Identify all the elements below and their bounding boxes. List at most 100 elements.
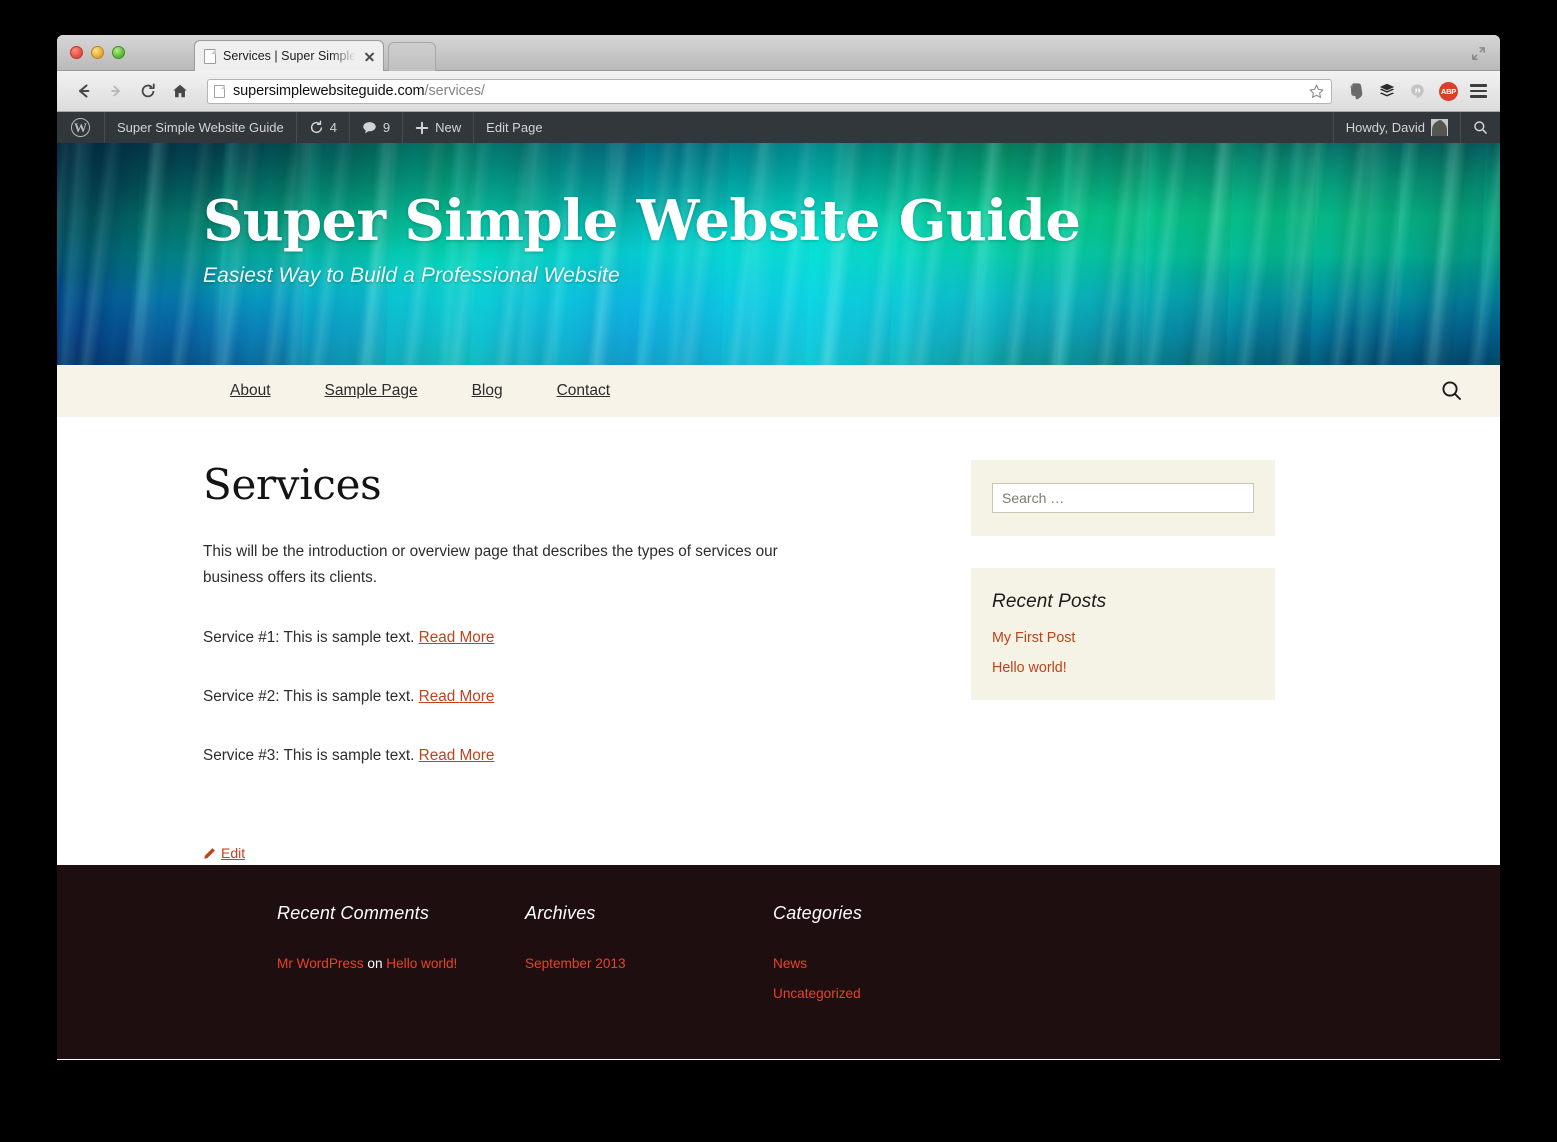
forward-arrow-icon [102,78,129,105]
read-more-link-3[interactable]: Read More [419,747,495,764]
home-icon[interactable] [166,78,193,105]
read-more-link-2[interactable]: Read More [419,688,495,705]
list-item: Hello world! [992,659,1254,677]
url-domain: supersimplewebsiteguide.com [233,83,425,99]
page-body: Services This will be the introduction o… [57,417,1500,865]
recent-post-link-1[interactable]: My First Post [992,630,1075,646]
menu-icon[interactable] [1470,84,1487,98]
comment-bubble-icon [363,121,376,133]
adminbar-new-label: New [435,120,462,135]
edit-post-link[interactable]: Edit [203,845,245,861]
updates-icon [310,120,322,134]
edit-post-label: Edit [221,845,246,862]
list-item: Uncategorized [773,979,1021,1009]
list-item: September 2013 [525,949,773,979]
intro-paragraph: This will be the introduction or overvie… [203,543,778,587]
site-tagline: Easiest Way to Build a Professional Webs… [203,263,620,287]
main-content: Services This will be the introduction o… [203,460,883,865]
list-item: News [773,949,1021,979]
nav-item-blog[interactable]: Blog [445,382,530,400]
sidebar: Search … Recent Posts My First Post Hell… [971,460,1275,865]
read-more-link-1[interactable]: Read More [419,629,495,646]
adminbar-search[interactable] [1461,112,1500,143]
address-bar[interactable]: supersimplewebsiteguide.com/services/ [207,78,1332,104]
page-viewport: W Super Simple Website Guide 4 9 New Edi… [57,112,1500,1059]
comment-author-link[interactable]: Mr WordPress [277,956,364,971]
updates-count: 4 [329,120,337,135]
search-icon[interactable] [1440,379,1464,403]
footer-archives-title: Archives [525,902,596,923]
site-footer: Recent Comments Mr WordPress on Hello wo… [57,864,1500,1059]
close-tab-icon[interactable] [362,49,377,64]
archive-link-1[interactable]: September 2013 [525,956,626,971]
comments-count: 9 [382,120,391,135]
service-paragraph-1: Service #1: This is sample text. Read Mo… [203,625,778,651]
hangouts-icon[interactable] [1408,82,1427,101]
maximize-window-button[interactable] [112,46,125,59]
adminbar-updates[interactable]: 4 [297,112,349,143]
site-title: Super Simple Website Guide [203,188,1081,254]
service-text-1: Service #1: This is sample text. [203,628,419,646]
pencil-icon [204,848,215,859]
browser-window: Services | Super Simple We supersimplewe… [57,35,1500,1060]
adblock-plus-icon[interactable]: ABP [1439,81,1458,101]
star-icon[interactable] [1308,83,1325,100]
nav-item-sample-page[interactable]: Sample Page [298,382,445,400]
browser-toolbar: supersimplewebsiteguide.com/services/ AB… [57,71,1500,112]
plus-icon [415,121,429,134]
adminbar-site-name-label: Super Simple Website Guide [117,120,284,135]
adminbar-edit-page-label: Edit Page [486,120,543,135]
nav-item-contact[interactable]: Contact [530,382,637,400]
adminbar-howdy-label: Howdy, David [1345,120,1425,135]
comment-post-link[interactable]: Hello world! [386,956,457,971]
adminbar-right-group: Howdy, David [1332,112,1500,143]
adminbar-spacer [555,112,1333,143]
search-input[interactable]: Search … [992,483,1254,513]
footer-recent-comments-title: Recent Comments [277,902,430,923]
adminbar-edit-page[interactable]: Edit Page [474,112,554,143]
page-favicon-icon [204,48,216,64]
search-placeholder: Search … [1002,490,1065,506]
new-tab-button[interactable] [388,42,436,71]
comment-on-text: on [363,955,387,971]
browser-tab[interactable]: Services | Super Simple We [194,40,384,71]
footer-recent-comments: Recent Comments Mr WordPress on Hello wo… [277,903,525,1009]
buffer-icon[interactable] [1377,82,1396,101]
close-window-button[interactable] [70,46,83,59]
search-widget: Search … [971,460,1275,536]
search-icon [1474,121,1487,134]
footer-recent-comments-body: Mr WordPress on Hello world! [277,949,525,979]
minimize-window-button[interactable] [91,46,104,59]
evernote-icon[interactable] [1346,82,1365,101]
extension-icons: ABP [1346,81,1487,101]
adminbar-howdy[interactable]: Howdy, David [1334,112,1460,143]
recent-posts-widget: Recent Posts My First Post Hello world! [971,568,1275,700]
avatar [1431,119,1448,136]
service-text-3: Service #3: This is sample text. [203,747,419,765]
window-controls [70,46,125,59]
footer-archives: Archives September 2013 [525,903,773,1009]
adminbar-site-name[interactable]: Super Simple Website Guide [105,112,296,143]
category-link-1[interactable]: News [773,956,807,971]
recent-posts-title: Recent Posts [992,591,1107,612]
fullscreen-icon[interactable] [1471,46,1486,61]
recent-posts-list: My First Post Hello world! [992,629,1254,677]
nav-item-about[interactable]: About [203,382,298,400]
recent-post-link-2[interactable]: Hello world! [992,660,1067,676]
category-link-2[interactable]: Uncategorized [773,986,861,1001]
adminbar-comments[interactable]: 9 [350,112,402,143]
primary-navigation: About Sample Page Blog Contact [57,365,1500,417]
service-paragraph-2: Service #2: This is sample text. Read Mo… [203,684,778,710]
list-item: My First Post [992,629,1254,647]
page-title: Services [203,460,382,509]
wordpress-logo-icon: W [71,118,90,137]
site-favicon-icon [214,84,225,98]
back-arrow-icon[interactable] [70,78,97,105]
adminbar-new[interactable]: New [403,112,473,143]
wordpress-admin-bar: W Super Simple Website Guide 4 9 New Edi… [57,112,1500,143]
footer-categories: Categories News Uncategorized [773,903,1021,1009]
reload-icon[interactable] [134,78,161,105]
adminbar-wp-logo-item[interactable]: W [57,112,104,143]
footer-archives-list: September 2013 [525,949,773,979]
footer-categories-list: News Uncategorized [773,949,1021,1009]
